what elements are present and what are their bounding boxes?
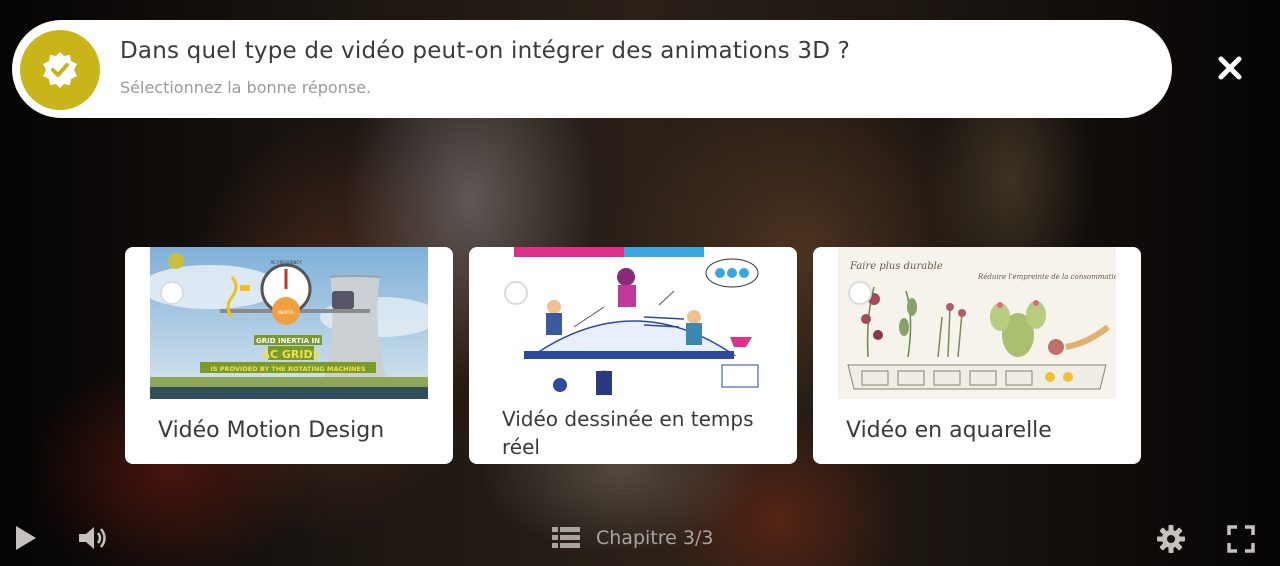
check-badge-icon (20, 30, 100, 110)
chapter-button[interactable]: Chapitre 3/3 (552, 522, 722, 554)
thumb-line-3: IS PROVIDED BY THE ROTATING MACHINES (210, 365, 365, 373)
answer-label: Vidéo Motion Design (158, 418, 385, 443)
watercolor-script-1: Faire plus durable (849, 261, 943, 272)
answer-radio[interactable] (160, 281, 184, 305)
answer-card-motion-design[interactable]: AC FREQUENCY INERTIA GRID INERTIA IN AC … (125, 247, 453, 464)
question-bar: Dans quel type de vidéo peut-on intégrer… (12, 20, 1172, 118)
question-title: Dans quel type de vidéo peut-on intégrer… (120, 38, 851, 64)
volume-button[interactable] (74, 520, 112, 556)
play-button[interactable] (8, 520, 42, 556)
fullscreen-icon (1227, 525, 1255, 553)
close-button[interactable] (1212, 50, 1248, 86)
answer-label: Vidéo dessinée en temps réel (502, 407, 754, 459)
gear-icon (1157, 525, 1185, 553)
list-icon (552, 527, 580, 548)
thumb-line-1: GRID INERTIA IN (256, 337, 320, 345)
answer-label: Vidéo en aquarelle (846, 418, 1052, 443)
play-icon (16, 526, 36, 550)
gauge-label: AC FREQUENCY (270, 260, 302, 265)
grid-inertia-thumbnail: AC FREQUENCY INERTIA GRID INERTIA IN AC … (150, 247, 428, 399)
thumb-line-2: AC GRIDS (261, 348, 320, 361)
settings-button[interactable] (1154, 522, 1188, 556)
answer-radio[interactable] (504, 281, 528, 305)
watercolor-thumbnail: Faire plus durable Réduire l'empreinte d… (838, 247, 1116, 399)
question-subtitle: Sélectionnez la bonne réponse. (120, 78, 372, 97)
question-text: Dans quel type de vidéo peut-on intégrer… (120, 38, 850, 97)
volume-icon (79, 527, 106, 549)
watercolor-script-2: Réduire l'empreinte de la consommation (977, 273, 1116, 281)
sketch-thumbnail (494, 247, 772, 399)
inertia-label: INERTIA (278, 310, 294, 315)
answer-card-watercolor[interactable]: Faire plus durable Réduire l'empreinte d… (813, 247, 1141, 464)
fullscreen-button[interactable] (1224, 522, 1258, 556)
close-icon (1218, 56, 1242, 80)
answer-card-live-drawing[interactable]: Vidéo dessinée en temps réel (469, 247, 797, 464)
answer-radio[interactable] (848, 281, 872, 305)
chapter-label: Chapitre 3/3 (596, 527, 714, 549)
player-controls: Chapitre 3/3 (0, 510, 1280, 566)
